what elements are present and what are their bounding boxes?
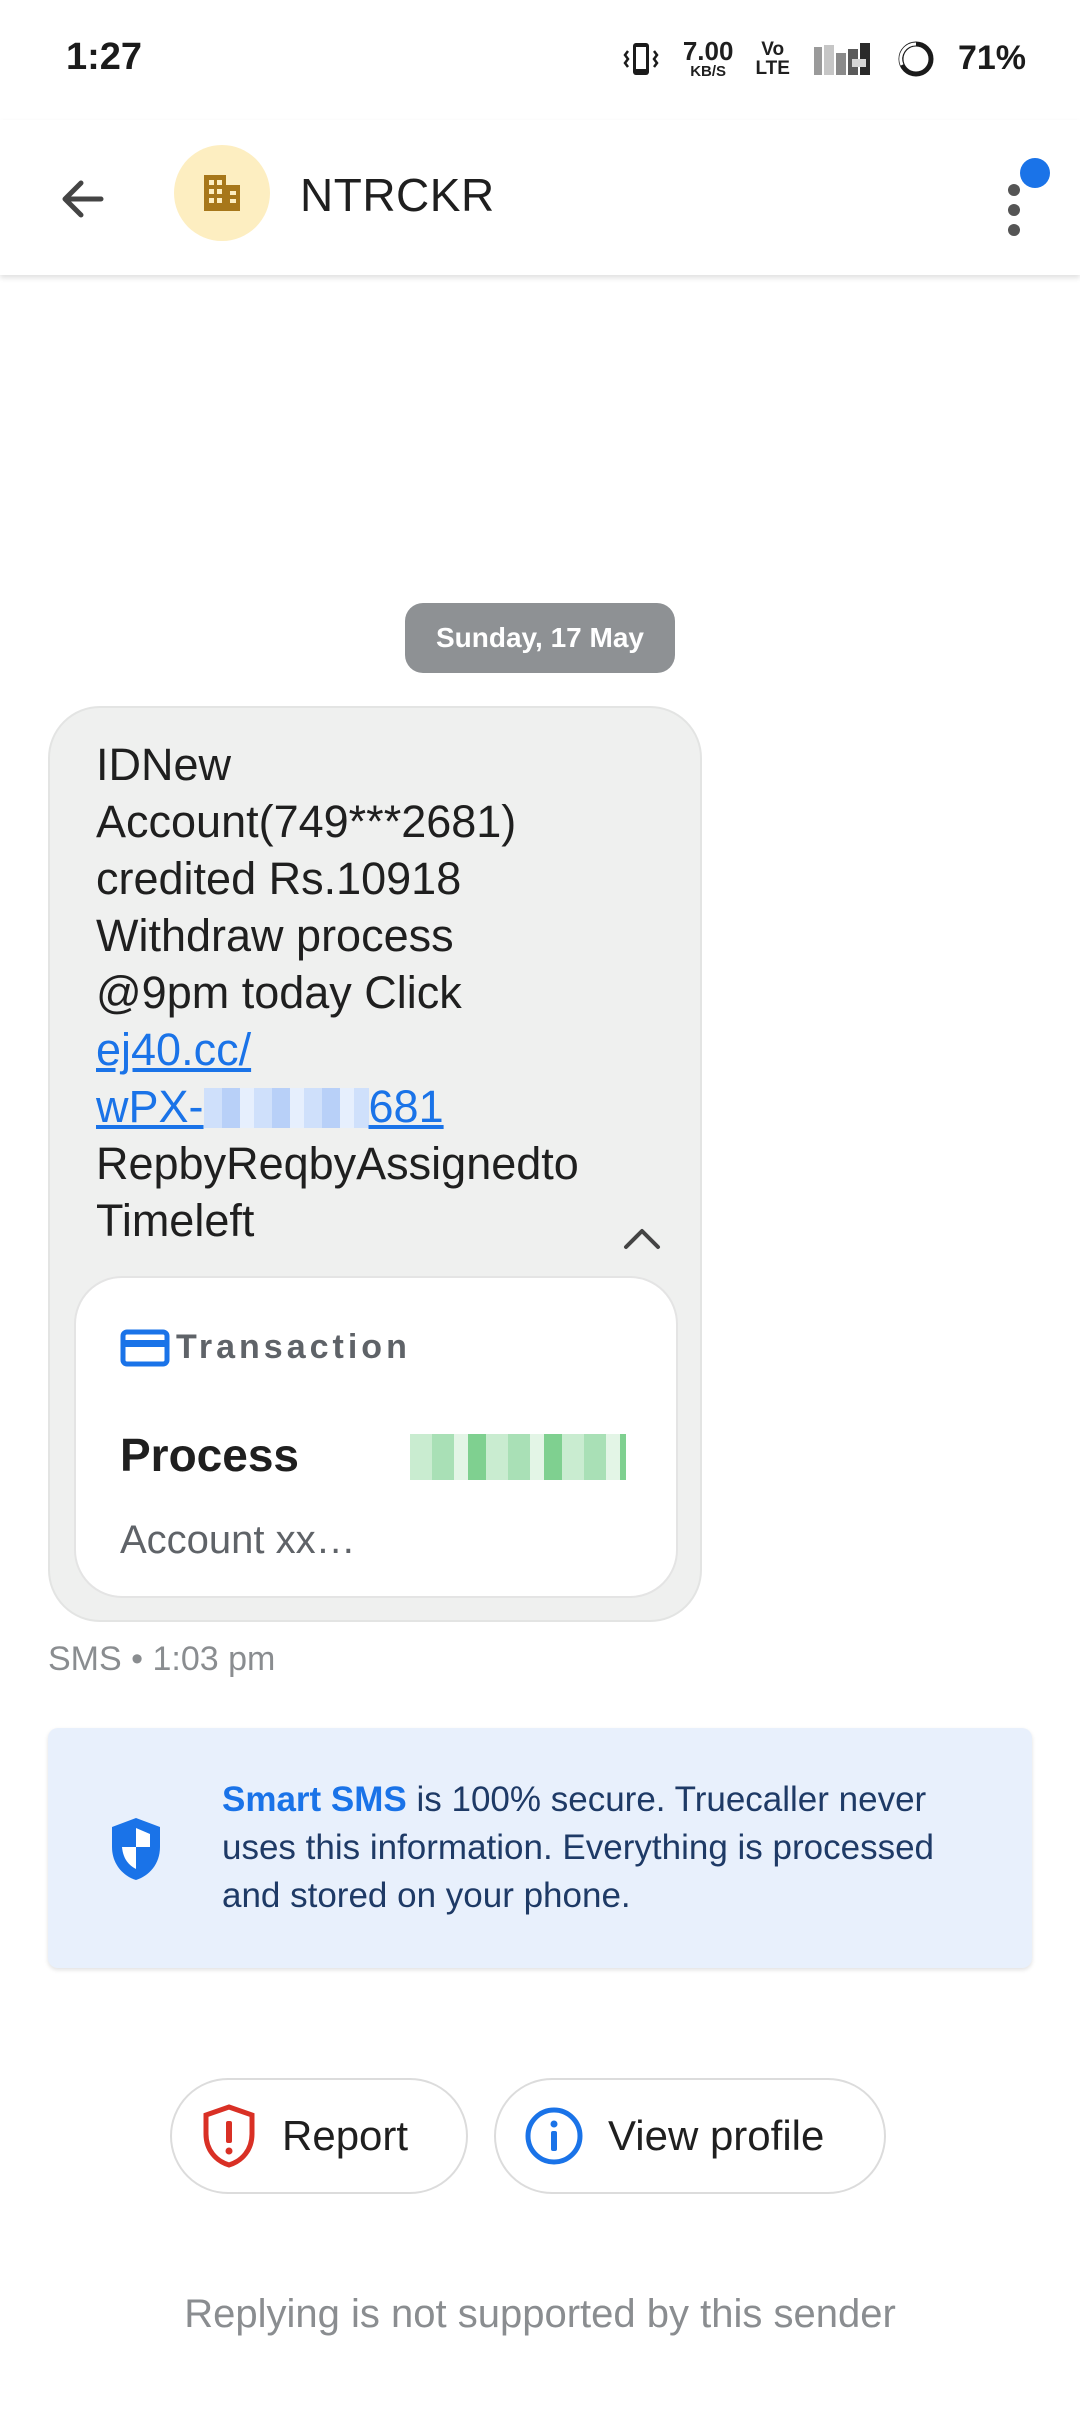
status-time: 1:27 <box>66 36 143 78</box>
date-separator: Sunday, 17 May <box>405 603 675 673</box>
sender-avatar[interactable] <box>174 145 270 241</box>
battery-percent: 71% <box>957 39 1026 77</box>
message-link[interactable]: ej40.cc/ <box>96 1024 251 1075</box>
more-vert-icon <box>1008 184 1020 196</box>
sender-name[interactable]: NTRCKR <box>300 168 495 222</box>
message-link-continued[interactable]: wPX- 681 <box>96 1081 444 1132</box>
more-vert-dot <box>1008 224 1020 236</box>
transaction-subtitle: Account xx… <box>120 1518 356 1562</box>
view-profile-button[interactable]: View profile <box>494 2078 886 2194</box>
status-bar: 1:27 7.00 KB/S Vo LTE 71% <box>0 0 1080 120</box>
link-suffix: 681 <box>368 1081 444 1132</box>
back-button[interactable] <box>48 164 118 234</box>
transaction-header: Transaction <box>120 1328 411 1367</box>
view-profile-label: View profile <box>608 2112 825 2159</box>
more-options-button[interactable] <box>980 150 1050 250</box>
notification-badge <box>1020 158 1050 188</box>
info-icon <box>525 2107 583 2165</box>
network-speed: 7.00 KB/S <box>683 38 734 79</box>
signal-icon <box>812 39 874 79</box>
transaction-title: Process <box>120 1429 300 1481</box>
report-label: Report <box>282 2112 409 2159</box>
smart-sms-banner: Smart SMS is 100% secure. Truecaller nev… <box>48 1728 1032 1968</box>
reply-disabled-note: Replying is not supported by this sender <box>184 2292 896 2336</box>
speed-value: 7.00 <box>682 36 734 66</box>
chevron-up-icon <box>624 1229 660 1249</box>
building-icon <box>204 175 240 211</box>
message-line: Timeleft <box>96 1195 255 1246</box>
banner-text: Smart SMS is 100% secure. Truecaller nev… <box>222 1776 982 1920</box>
message-line: Withdraw process <box>96 910 454 961</box>
credit-card-icon <box>120 1329 170 1366</box>
message-body: IDNew Account(749***2681) credited Rs.10… <box>96 736 656 1249</box>
report-button[interactable]: Report <box>170 2078 468 2194</box>
transaction-label: Transaction <box>176 1328 411 1366</box>
arrow-back-icon <box>62 180 104 218</box>
volte-indicator: Vo LTE <box>755 40 789 78</box>
redacted-amount <box>410 1434 626 1480</box>
volte-top: Vo <box>761 38 785 60</box>
vibrate-icon <box>621 39 661 79</box>
app-bar: NTRCKR <box>0 120 1080 275</box>
message-bubble[interactable]: IDNew Account(749***2681) credited Rs.10… <box>48 706 702 1622</box>
banner-highlight: Smart SMS <box>222 1780 407 1819</box>
speed-unit: KB/S <box>690 63 727 80</box>
shield-icon <box>112 1818 160 1880</box>
message-line: Account(749***2681) <box>96 796 517 847</box>
link-prefix: wPX- <box>96 1081 204 1132</box>
message-line: credited Rs.10918 <box>96 853 462 904</box>
battery-icon <box>896 39 936 79</box>
redacted-block <box>203 1088 369 1128</box>
volte-bottom: LTE <box>755 57 790 79</box>
transaction-card[interactable]: Transaction Process Account xx… <box>74 1276 678 1598</box>
collapse-button[interactable] <box>612 1208 672 1268</box>
status-icons: 7.00 KB/S Vo LTE 71% <box>621 38 1026 79</box>
message-line: @9pm today Click <box>96 967 462 1018</box>
message-line: RepbyReqbyAssignedto <box>96 1138 579 1189</box>
more-vert-dot <box>1008 204 1020 216</box>
message-meta: SMS • 1:03 pm <box>48 1640 276 1678</box>
message-line: IDNew <box>96 739 232 790</box>
report-shield-icon <box>203 2104 255 2168</box>
